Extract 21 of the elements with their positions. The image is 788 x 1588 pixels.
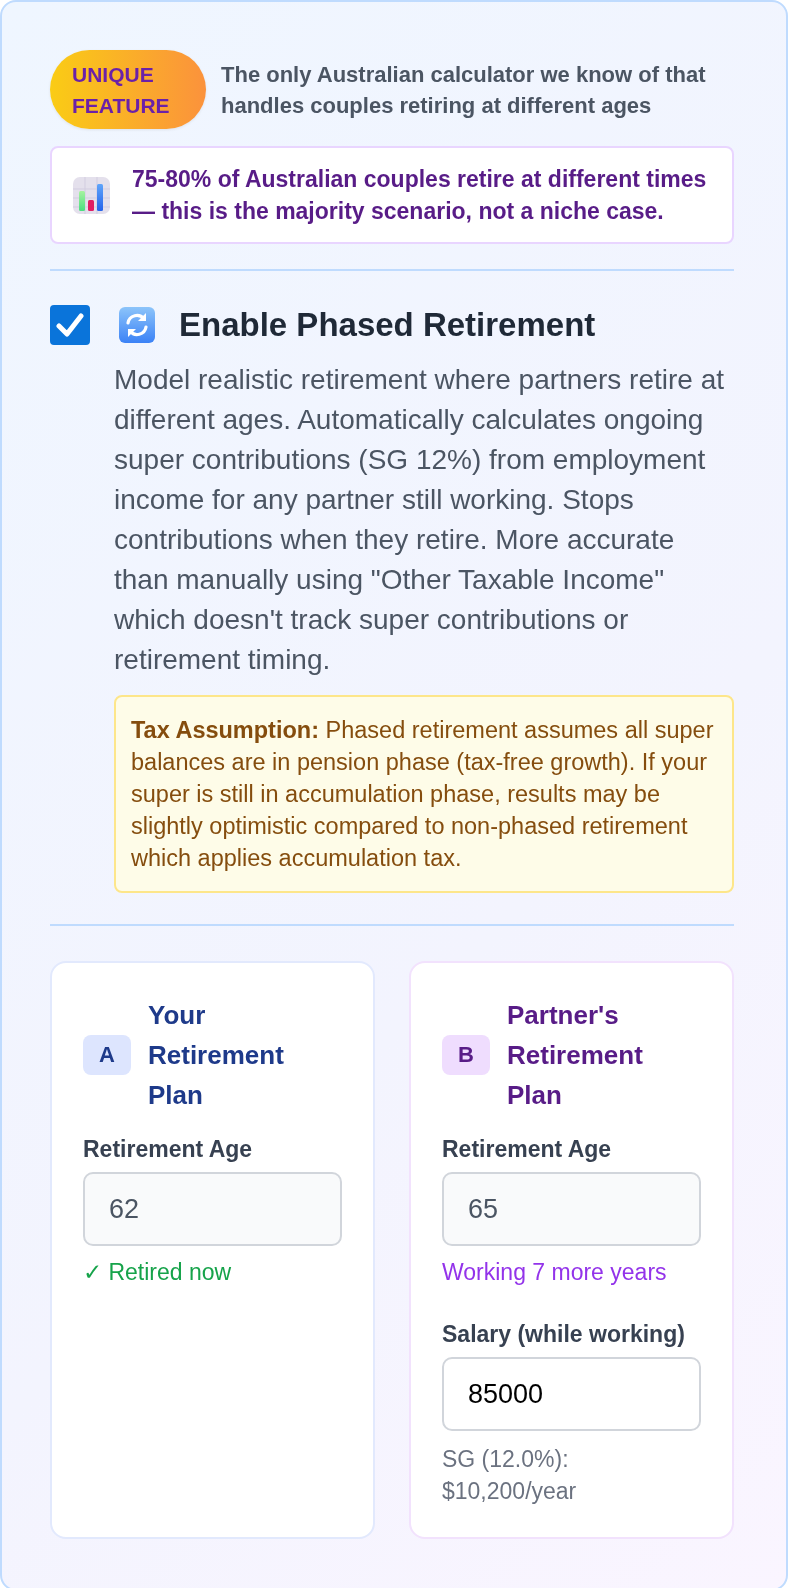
toggle-label: Enable Phased Retirement [179, 305, 596, 345]
checkbox[interactable] [50, 305, 90, 345]
status-text: Working 7 more years [442, 1258, 668, 1286]
card-title: Partner's Retirement Plan [507, 999, 644, 1112]
status-text: ✓ Retired now [83, 1258, 233, 1286]
field-label: Retirement Age [83, 1135, 254, 1163]
note-text: Tax Assumption: Phased retirement assumes all super balances are in pension phase (tax-free growth). If your super is still in accumulation phase, results may be slightly optimistic compared to non-phased retirement which applies accumulation tax. [131, 716, 715, 873]
field-label: Retirement Age [442, 1135, 613, 1163]
card-title: Your Retirement Plan [148, 999, 285, 1112]
feature-badge: UNIQUE FEATURE [50, 50, 206, 129]
check-icon [56, 313, 84, 337]
partner-badge: B [442, 1035, 490, 1075]
partner-badge: A [83, 1035, 131, 1075]
field-label: Salary (while working) [442, 1320, 686, 1348]
contribution-note: SG (12.0%): $10,200/year [442, 1445, 578, 1506]
tagline-text: The only Australian calculator we know of that handles couples retiring at different ages [221, 60, 707, 120]
bar-chart-icon [73, 176, 110, 214]
salary-input[interactable]: 85000 [442, 1357, 701, 1431]
callout-text: 75-80% of Australian couples retire at different times — this is the majority scenario, not a niche case. [132, 165, 708, 226]
refresh-icon [119, 307, 155, 343]
description-text: Model realistic retirement where partners retire at different ages. Automatically calculates ongoing super contributions (SG 12%) from employment income for any partner still working. Stops contributions when they retire. More accurate than manually using "Other Taxable Income" which doesn't track super contributions or retirement timing. [114, 363, 725, 677]
